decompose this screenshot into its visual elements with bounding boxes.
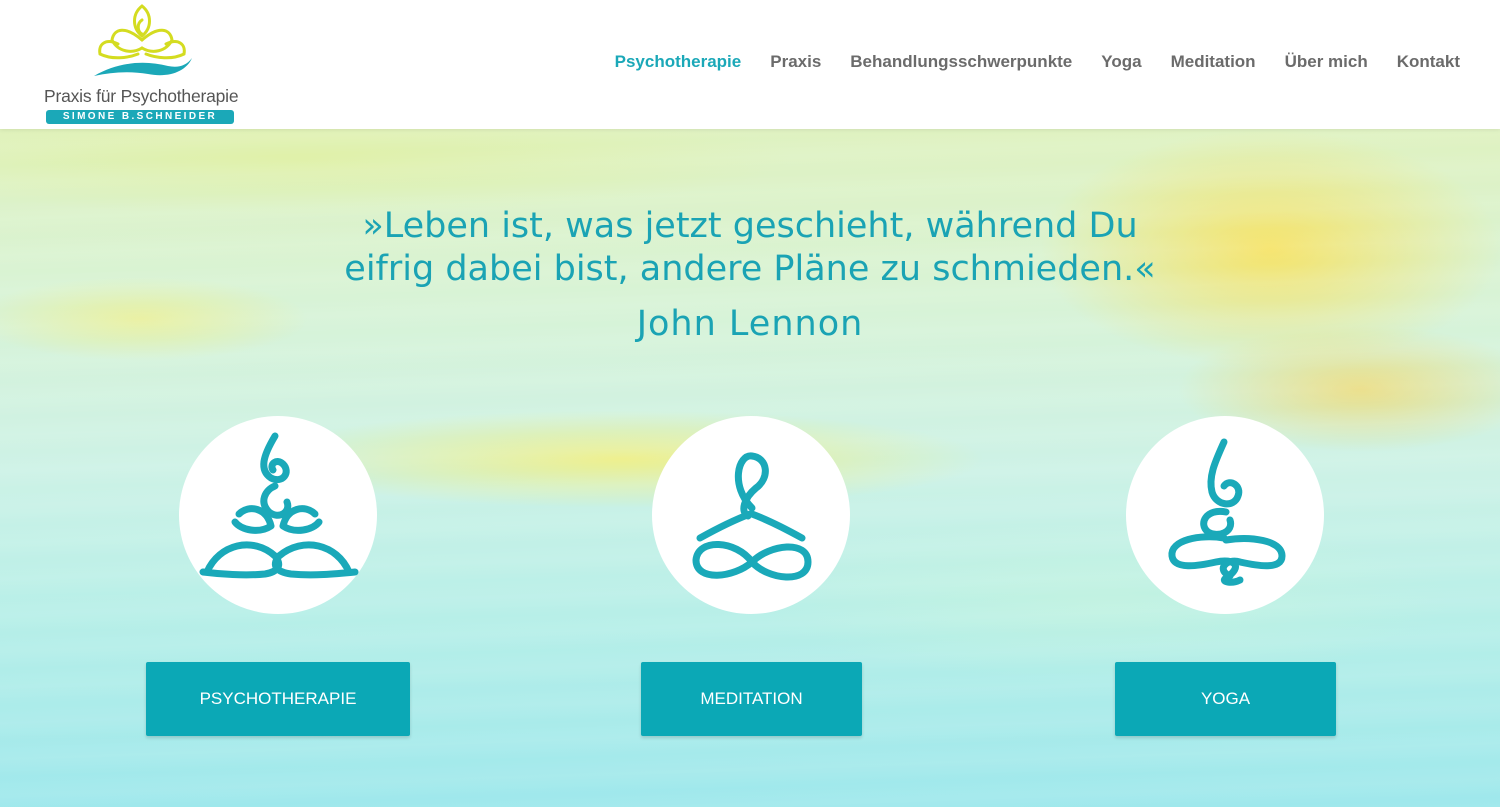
quote-line: eifrig dabei bist, andere Pläne zu schmi…	[344, 249, 1156, 289]
quote-author: John Lennon	[636, 304, 864, 344]
nav-item-kontakt[interactable]: Kontakt	[1397, 52, 1460, 72]
lotus-logo-icon	[94, 4, 192, 76]
yoga-button[interactable]: YOGA	[1115, 662, 1336, 736]
feature-circle-psychotherapie	[179, 416, 377, 614]
main-navigation: Psychotherapie Praxis Behandlungsschwerp…	[586, 52, 1460, 72]
meditation-button[interactable]: MEDITATION	[641, 662, 862, 736]
hero-section: »Leben ist, was jetzt geschieht, während…	[0, 129, 1500, 807]
site-header: Praxis für Psychotherapie SIMONE B.SCHNE…	[0, 0, 1500, 129]
quote-line: »Leben ist, was jetzt geschieht, während…	[362, 206, 1138, 246]
hero-quote: »Leben ist, was jetzt geschieht, während…	[300, 205, 1200, 291]
feature-circle-yoga	[1126, 416, 1324, 614]
nav-item-ueber-mich[interactable]: Über mich	[1285, 52, 1368, 72]
nav-item-praxis[interactable]: Praxis	[770, 52, 821, 72]
yoga-figure-icon	[1168, 438, 1286, 586]
lotus-figure-icon	[199, 432, 359, 579]
logo-subtitle: SIMONE B.SCHNEIDER	[46, 110, 234, 124]
nav-item-yoga[interactable]: Yoga	[1101, 52, 1141, 72]
meditation-figure-icon	[692, 452, 812, 581]
feature-circle-meditation	[652, 416, 850, 614]
psychotherapie-button[interactable]: PSYCHOTHERAPIE	[146, 662, 410, 736]
nav-item-meditation[interactable]: Meditation	[1171, 52, 1256, 72]
site-logo[interactable]: Praxis für Psychotherapie SIMONE B.SCHNE…	[40, 0, 240, 126]
nav-item-psychotherapie[interactable]: Psychotherapie	[615, 52, 742, 72]
logo-title: Praxis für Psychotherapie	[44, 86, 239, 106]
nav-item-behandlungsschwerpunkte[interactable]: Behandlungsschwerpunkte	[850, 52, 1072, 72]
